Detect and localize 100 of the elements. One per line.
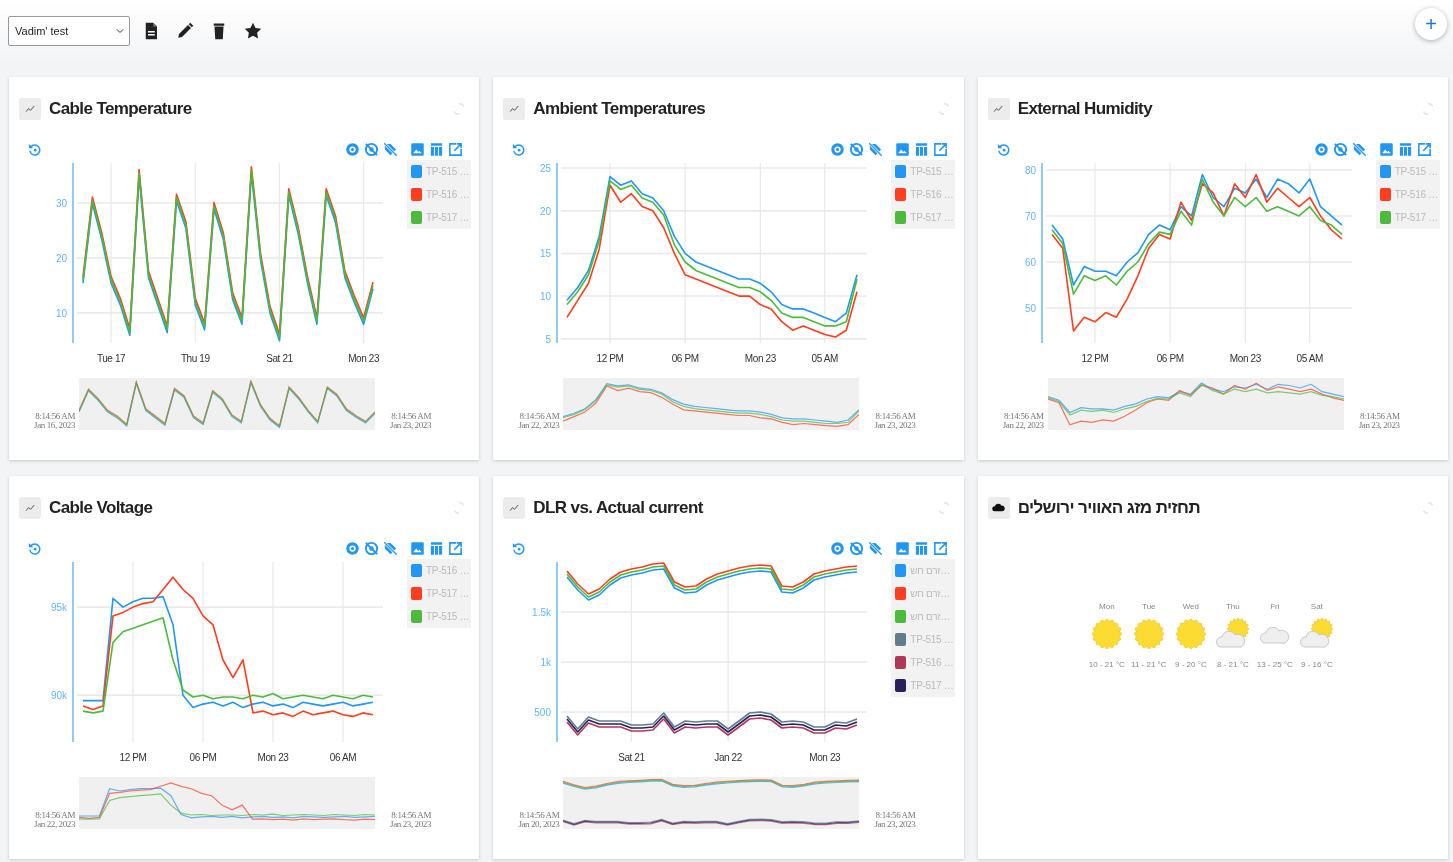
- eye-slash-icon[interactable]: [364, 141, 380, 157]
- y-tick-label: 30: [55, 198, 67, 210]
- add-button[interactable]: +: [1415, 8, 1447, 40]
- eye-icon[interactable]: [345, 540, 361, 556]
- day-label: Sat: [1310, 601, 1323, 613]
- x-tick-label: Jan 22: [714, 752, 743, 763]
- image-icon[interactable]: [410, 540, 426, 556]
- temperature-range: 13 - 25 °C: [1256, 659, 1293, 671]
- x-tick-label: Mon 23: [809, 752, 841, 763]
- x-tick-label: 05 AM: [1296, 353, 1323, 364]
- day-label: Mon: [1099, 601, 1115, 613]
- eye-icon[interactable]: [345, 141, 361, 157]
- image-icon[interactable]: [410, 141, 426, 157]
- panel-title: External Humidity: [1017, 97, 1152, 120]
- table-icon[interactable]: [429, 141, 445, 157]
- y-tick-label: 50: [1024, 303, 1036, 314]
- eye-slash-icon[interactable]: [848, 141, 864, 157]
- external-link-icon[interactable]: [448, 540, 464, 556]
- x-tick-label: Mon 23: [257, 752, 289, 763]
- temperature-range: 9 - 16 °C: [1301, 659, 1333, 671]
- time-range-label: 8:14:56 AM Jan 23, 2023: [1357, 412, 1400, 430]
- y-tick-label: 10: [540, 291, 552, 303]
- external-link-icon[interactable]: [1417, 141, 1432, 157]
- y-tick-label: 25: [540, 163, 552, 175]
- reset-zoom-icon[interactable]: [511, 540, 527, 556]
- y-tick-label: 500: [534, 707, 552, 718]
- external-link-icon[interactable]: [448, 141, 464, 157]
- day-label: Wed: [1182, 601, 1199, 613]
- y-tick-label: 10: [55, 307, 67, 319]
- day-label: Tue: [1142, 601, 1156, 613]
- x-tick-label: 06 AM: [329, 752, 357, 763]
- time-range-label: 8:14:56 AM Jan 22, 2023: [517, 412, 560, 430]
- x-tick-label: Tue 17: [96, 353, 126, 364]
- eye-icon[interactable]: [1314, 141, 1329, 157]
- navigator-drawing[interactable]: [1047, 378, 1344, 430]
- panel-title: Cable Temperature: [49, 97, 192, 120]
- y-tick-label: 95k: [50, 602, 67, 614]
- table-icon[interactable]: [913, 141, 929, 157]
- y-tick-label: 70: [1024, 210, 1036, 222]
- star-icon[interactable]: [244, 22, 262, 40]
- x-tick-label: Mon 23: [745, 353, 777, 364]
- eye-icon[interactable]: [829, 141, 845, 157]
- x-tick-label: Mon 23: [1229, 353, 1261, 364]
- x-tick-label: Mon 23: [348, 353, 380, 364]
- dashboard-select[interactable]: Vadim' test: [8, 16, 130, 46]
- temperature-range: 8 - 21 °C: [1217, 659, 1249, 671]
- x-tick-label: 12 PM: [119, 752, 147, 763]
- image-icon[interactable]: [894, 141, 910, 157]
- panel-title: Cable Voltage: [49, 496, 153, 519]
- tag-slash-icon[interactable]: [383, 141, 399, 157]
- time-range-label: 8:14:56 AM Jan 23, 2023: [873, 412, 916, 430]
- y-tick-label: 5: [545, 333, 552, 345]
- table-icon[interactable]: [429, 540, 445, 556]
- y-tick-label: 1k: [540, 657, 552, 668]
- tag-slash-icon[interactable]: [1352, 141, 1367, 157]
- y-tick-label: 1.5k: [532, 607, 552, 618]
- reset-zoom-icon[interactable]: [995, 141, 1011, 157]
- temperature-range: 10 - 21 °C: [1088, 659, 1125, 671]
- eye-slash-icon[interactable]: [364, 540, 380, 556]
- tag-slash-icon[interactable]: [867, 540, 883, 556]
- reset-zoom-icon[interactable]: [27, 540, 42, 556]
- external-link-icon[interactable]: [932, 540, 948, 556]
- y-tick-label: 15: [540, 248, 552, 260]
- x-tick-label: 06 PM: [1156, 353, 1184, 364]
- x-tick-label: Sat 21: [618, 752, 646, 763]
- eye-slash-icon[interactable]: [1333, 141, 1348, 157]
- tag-slash-icon[interactable]: [383, 540, 399, 556]
- time-range-label: 8:14:56 AM Jan 20, 2023: [517, 811, 560, 829]
- day-label: Fri: [1270, 601, 1280, 613]
- x-tick-label: 12 PM: [596, 353, 624, 364]
- temperature-range: 9 - 20 °C: [1175, 659, 1207, 671]
- time-range-label: 8:14:56 AM Jan 22, 2023: [33, 811, 75, 829]
- reset-zoom-icon[interactable]: [27, 141, 42, 157]
- eye-icon[interactable]: [829, 540, 845, 556]
- y-tick-label: 20: [540, 205, 552, 217]
- time-range-label: 8:14:56 AM Jan 23, 2023: [873, 811, 916, 829]
- time-range-label: 8:14:56 AM Jan 22, 2023: [1001, 412, 1044, 430]
- navigator-drawing[interactable]: [79, 777, 375, 829]
- time-range-label: 8:14:56 AM Jan 23, 2023: [389, 811, 431, 829]
- navigator-drawing[interactable]: [563, 378, 860, 430]
- temperature-range: 11 - 21 °C: [1131, 659, 1167, 671]
- table-icon[interactable]: [913, 540, 929, 556]
- navigator-drawing[interactable]: [79, 378, 375, 430]
- y-tick-label: 20: [55, 252, 67, 264]
- table-icon[interactable]: [1398, 141, 1413, 157]
- edit-icon[interactable]: [176, 22, 194, 40]
- y-tick-label: 90k: [50, 690, 67, 702]
- panel-title: תחזית מזג האוויר ירושלים: [1017, 496, 1201, 519]
- tag-slash-icon[interactable]: [867, 141, 883, 157]
- time-range-label: 8:14:56 AM Jan 23, 2023: [389, 412, 431, 430]
- x-tick-label: 06 PM: [189, 752, 217, 763]
- x-tick-label: Thu 19: [180, 353, 210, 364]
- eye-slash-icon[interactable]: [848, 540, 864, 556]
- external-link-icon[interactable]: [932, 141, 948, 157]
- reset-zoom-icon[interactable]: [511, 141, 527, 157]
- y-tick-label: 60: [1024, 257, 1036, 268]
- image-icon[interactable]: [894, 540, 910, 556]
- x-tick-label: 05 AM: [811, 353, 839, 364]
- navigator-drawing[interactable]: [563, 777, 860, 829]
- image-icon[interactable]: [1379, 141, 1394, 157]
